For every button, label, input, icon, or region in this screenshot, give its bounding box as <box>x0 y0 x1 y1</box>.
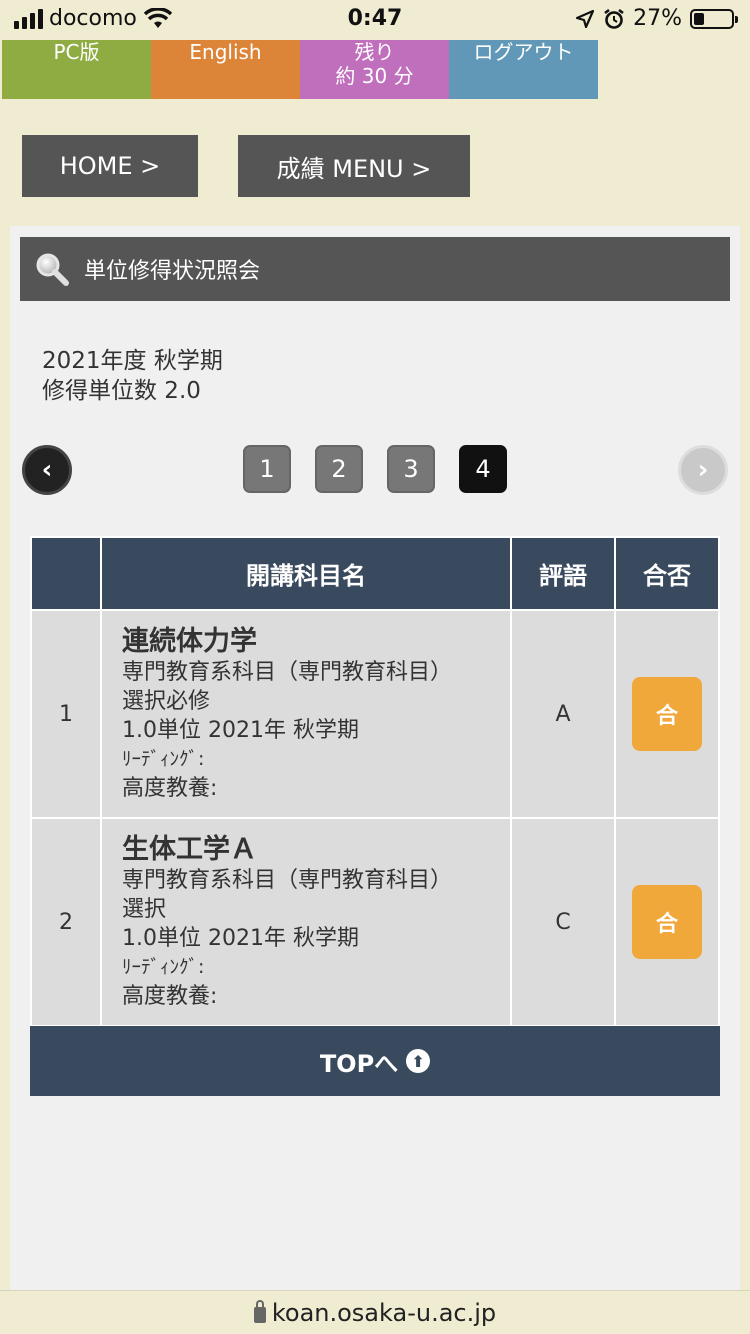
course-liberal: 高度教養: <box>122 983 218 1009</box>
chevron-left-icon: ‹ <box>41 455 53 485</box>
course-reading: ﾘｰﾃﾞｨﾝｸﾞ: <box>122 747 205 770</box>
search-icon <box>36 253 69 286</box>
back-to-top-label: TOPへ <box>319 1049 399 1078</box>
battery-icon <box>690 8 738 29</box>
term-label: 2021年度 秋学期 <box>42 348 223 374</box>
course-category: 専門教育系科目（専門教育科目） <box>122 867 453 893</box>
panel-header: 単位修得状況照会 <box>20 237 730 301</box>
course-name: 連続体力学 <box>122 625 257 657</box>
page-button-1[interactable]: 1 <box>243 445 291 493</box>
chevron-right-icon: › <box>697 455 709 485</box>
table-header-row: 開講科目名 評語 合否 <box>30 536 720 611</box>
grade-eval: A <box>510 609 616 819</box>
battery-percent: 27% <box>633 6 682 31</box>
url-text: koan.osaka-u.ac.jp <box>271 1298 497 1327</box>
grade-eval: C <box>510 817 616 1027</box>
course-cell: 生体工学Ａ 専門教育系科目（専門教育科目） 選択 1.0単位 2021年 秋学期… <box>100 817 512 1027</box>
course-credit-term: 1.0単位 2021年 秋学期 <box>122 717 359 743</box>
top-nav: PC版 English 残り 約 30 分 ログアウト <box>2 40 598 99</box>
lock-icon <box>253 1299 266 1323</box>
course-liberal: 高度教養: <box>122 775 218 801</box>
course-requirement: 選択 <box>122 896 167 922</box>
prev-page-button[interactable]: ‹ <box>22 445 72 495</box>
back-to-top-button[interactable]: TOPへ ⬆ <box>30 1026 720 1096</box>
pc-version-link[interactable]: PC版 <box>2 40 151 99</box>
course-requirement: 選択必修 <box>122 688 211 714</box>
session-remaining: 残り 約 30 分 <box>300 40 449 99</box>
course-name: 生体工学Ａ <box>122 833 257 865</box>
grades-table: 開講科目名 評語 合否 1 連続体力学 専門教育系科目（専門教育科目） 選択必修… <box>30 536 720 1027</box>
page-button-4[interactable]: 4 <box>459 445 507 493</box>
grades-menu-button[interactable]: 成績 MENU > <box>238 135 470 197</box>
course-credit-term: 1.0単位 2021年 秋学期 <box>122 925 359 951</box>
credits-earned: 修得単位数 2.0 <box>42 378 201 404</box>
course-cell: 連続体力学 専門教育系科目（専門教育科目） 選択必修 1.0単位 2021年 秋… <box>100 609 512 819</box>
pass-cell: 合 <box>614 817 720 1027</box>
credit-status-panel: 単位修得状況照会 2021年度 秋学期 修得単位数 2.0 ‹ 1 2 3 4 … <box>10 226 740 1290</box>
arrow-up-icon: ⬆ <box>406 1049 431 1073</box>
row-number: 1 <box>30 609 102 819</box>
course-category: 専門教育系科目（専門教育科目） <box>122 659 453 685</box>
page-button-3[interactable]: 3 <box>387 445 435 493</box>
header-course: 開講科目名 <box>100 536 512 611</box>
pass-badge: 合 <box>632 885 702 959</box>
table-row: 1 連続体力学 専門教育系科目（専門教育科目） 選択必修 1.0単位 2021年… <box>30 609 720 819</box>
logout-link[interactable]: ログアウト <box>449 40 598 99</box>
table-row: 2 生体工学Ａ 専門教育系科目（専門教育科目） 選択 1.0単位 2021年 秋… <box>30 817 720 1027</box>
header-eval: 評語 <box>510 536 616 611</box>
english-link[interactable]: English <box>151 40 300 99</box>
alarm-icon <box>604 8 624 29</box>
status-bar: docomo 0:47 27% <box>0 0 750 40</box>
header-num <box>30 536 102 611</box>
panel-title: 単位修得状況照会 <box>84 259 261 284</box>
location-arrow-icon <box>575 9 595 28</box>
row-number: 2 <box>30 817 102 1027</box>
header-pass: 合否 <box>614 536 720 611</box>
course-reading: ﾘｰﾃﾞｨﾝｸﾞ: <box>122 955 205 978</box>
page-button-2[interactable]: 2 <box>315 445 363 493</box>
term-summary: 2021年度 秋学期 修得単位数 2.0 <box>42 346 223 406</box>
url-bar[interactable]: koan.osaka-u.ac.jp <box>0 1290 750 1334</box>
pass-cell: 合 <box>614 609 720 819</box>
pass-badge: 合 <box>632 677 702 751</box>
home-button[interactable]: HOME > <box>22 135 198 197</box>
next-page-button[interactable]: › <box>678 445 728 495</box>
